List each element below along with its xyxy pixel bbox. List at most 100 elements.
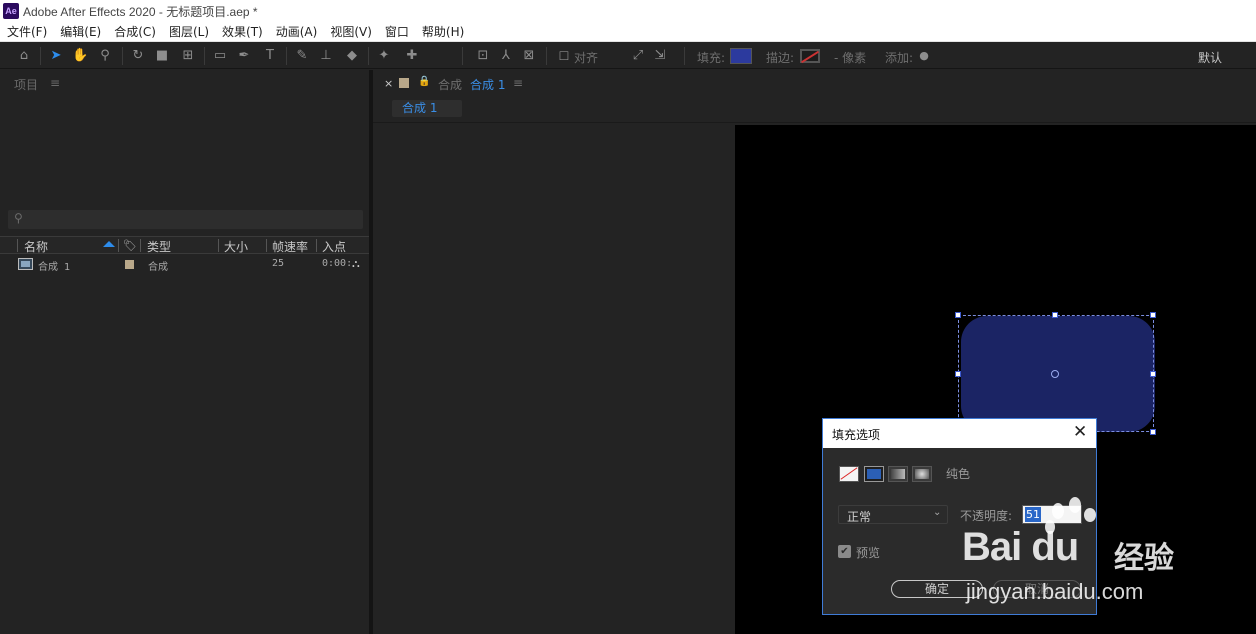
- fill-solid-button[interactable]: [864, 466, 884, 482]
- preview-checkbox[interactable]: ✔: [838, 545, 851, 558]
- rotate-tool-icon[interactable]: ↻: [130, 48, 146, 64]
- column-name[interactable]: 名称: [24, 238, 48, 255]
- project-column-header: 名称 🏷 类型 大小 帧速率 入点: [0, 236, 369, 254]
- transform-handle-left[interactable]: [955, 371, 961, 377]
- toolbar-divider: [684, 47, 685, 65]
- column-frame-rate[interactable]: 帧速率: [272, 238, 308, 255]
- column-divider: [218, 239, 219, 252]
- puppet-tool-icon[interactable]: ✚: [404, 48, 420, 64]
- ok-button[interactable]: 确定: [891, 580, 983, 598]
- fill-linear-gradient-button[interactable]: [888, 466, 908, 482]
- snap-option-icon[interactable]: ⤢: [630, 48, 646, 64]
- column-in-point[interactable]: 入点: [322, 238, 346, 255]
- zoom-tool-icon[interactable]: ⚲: [97, 48, 113, 64]
- window-title: Adobe After Effects 2020 - 无标题项目.aep *: [23, 4, 258, 19]
- brush-tool-icon[interactable]: ✎: [294, 48, 310, 64]
- label-color-swatch[interactable]: [125, 260, 134, 269]
- align-checkbox[interactable]: ☐: [556, 48, 572, 64]
- menu-animation[interactable]: 动画(A): [269, 23, 324, 40]
- transform-handle-top-right[interactable]: [1150, 312, 1156, 318]
- panel-menu-icon[interactable]: ≡: [50, 76, 60, 90]
- project-item-row[interactable]: 合成 1 合成 25 0:00: ⛬: [0, 256, 369, 273]
- stroke-width-label[interactable]: - 像素: [834, 49, 866, 66]
- menu-bar: 文件(F) 编辑(E) 合成(C) 图层(L) 效果(T) 动画(A) 视图(V…: [0, 22, 1256, 42]
- pan-behind-tool-icon[interactable]: ⊞: [180, 48, 196, 64]
- stroke-color-swatch[interactable]: [800, 49, 820, 63]
- menu-effect[interactable]: 效果(T): [215, 23, 269, 40]
- lock-icon[interactable]: 🔒: [418, 76, 430, 87]
- column-divider: [140, 239, 141, 252]
- hand-tool-icon[interactable]: ✋: [72, 48, 88, 64]
- roto-brush-tool-icon[interactable]: ✦: [376, 48, 392, 64]
- snap-vertices-icon[interactable]: ⇲: [652, 48, 668, 64]
- opacity-value: 51: [1025, 507, 1041, 522]
- opacity-input[interactable]: 51: [1022, 505, 1082, 524]
- flowchart-icon[interactable]: ⛬: [352, 257, 360, 271]
- composition-breadcrumb-tab[interactable]: 合成 1: [392, 100, 462, 117]
- composition-tab-prefix: 合成: [438, 78, 463, 92]
- toolbar-divider: [462, 47, 463, 65]
- menu-layer[interactable]: 图层(L): [162, 23, 215, 40]
- item-in-point: 0:00:: [322, 258, 353, 269]
- sort-ascending-icon[interactable]: [103, 241, 115, 247]
- fill-radial-gradient-button[interactable]: [912, 466, 932, 482]
- menu-view[interactable]: 视图(V): [323, 23, 378, 40]
- column-size[interactable]: 大小: [224, 238, 248, 255]
- pen-tool-icon[interactable]: ✒: [236, 48, 252, 64]
- column-type[interactable]: 类型: [147, 238, 171, 255]
- blend-mode-value: 正常: [847, 510, 872, 524]
- close-icon[interactable]: ×: [384, 77, 393, 90]
- label-tag-icon[interactable]: 🏷: [123, 239, 137, 252]
- fill-type-label: 纯色: [946, 467, 971, 481]
- eraser-tool-icon[interactable]: ◆: [344, 48, 360, 64]
- add-button-icon[interactable]: ●: [916, 48, 932, 64]
- toolbar-divider: [122, 47, 123, 65]
- menu-composition[interactable]: 合成(C): [107, 23, 162, 40]
- clone-stamp-tool-icon[interactable]: ⊥: [318, 48, 334, 64]
- cancel-button[interactable]: 取消: [993, 580, 1081, 598]
- item-frame-rate: 25: [272, 258, 285, 269]
- menu-window[interactable]: 窗口: [378, 23, 415, 40]
- fill-options-dialog: 填充选项 ✕ 纯色 正常 ⌄ 不透明度: 51 ✔ 预览 确定 取消: [822, 418, 1097, 615]
- search-icon: ⚲: [14, 211, 23, 225]
- menu-edit[interactable]: 编辑(E): [53, 23, 107, 40]
- transform-handle-top[interactable]: [1052, 312, 1058, 318]
- align-label: 对齐: [574, 51, 599, 65]
- fill-color-swatch[interactable]: [730, 48, 752, 64]
- transform-handle-bottom-right[interactable]: [1150, 429, 1156, 435]
- dialog-title: 填充选项: [832, 428, 881, 442]
- toolbar-divider: [546, 47, 547, 65]
- composition-icon: [18, 258, 33, 270]
- menu-file[interactable]: 文件(F): [0, 23, 53, 40]
- after-effects-app-icon: Ae: [3, 3, 19, 19]
- blend-mode-select[interactable]: 正常 ⌄: [838, 505, 948, 524]
- transform-handle-top-left[interactable]: [955, 312, 961, 318]
- transform-handle-right[interactable]: [1150, 371, 1156, 377]
- item-type: 合成: [148, 262, 168, 273]
- dialog-title-bar: 填充选项 ✕: [823, 419, 1096, 448]
- menu-help[interactable]: 帮助(H): [415, 23, 470, 40]
- panel-menu-icon[interactable]: ≡: [513, 76, 523, 90]
- type-tool-icon[interactable]: T: [262, 48, 278, 64]
- view-axis-mode-icon[interactable]: ⊠: [521, 48, 537, 64]
- stroke-label: 描边:: [766, 51, 795, 65]
- local-axis-mode-icon[interactable]: ⊡: [475, 48, 491, 64]
- anchor-point-icon[interactable]: [1051, 370, 1059, 378]
- composition-tab[interactable]: 合成 1: [470, 76, 505, 93]
- fill-none-button[interactable]: [839, 466, 859, 482]
- fill-label: 填充:: [697, 51, 726, 65]
- project-panel-title[interactable]: 项目: [14, 76, 38, 93]
- world-axis-mode-icon[interactable]: ⅄: [498, 48, 514, 64]
- toolbar-divider: [40, 47, 41, 65]
- project-search-input[interactable]: ⚲: [8, 210, 363, 229]
- composition-label-swatch: [399, 78, 409, 88]
- column-divider: [266, 239, 267, 252]
- home-icon[interactable]: ⌂: [16, 48, 32, 64]
- camera-tool-icon[interactable]: ■: [154, 48, 170, 64]
- viewer-divider: [373, 122, 1256, 123]
- rectangle-tool-icon[interactable]: ▭: [212, 48, 228, 64]
- close-icon[interactable]: ✕: [1073, 422, 1087, 442]
- selection-tool-icon[interactable]: ➤: [48, 48, 64, 64]
- project-panel: 项目 ≡ ⚲ 名称 🏷 类型 大小 帧速率 入点 合成 1 合成 25 0:00…: [0, 70, 369, 634]
- workspace-default[interactable]: 默认: [1198, 49, 1222, 66]
